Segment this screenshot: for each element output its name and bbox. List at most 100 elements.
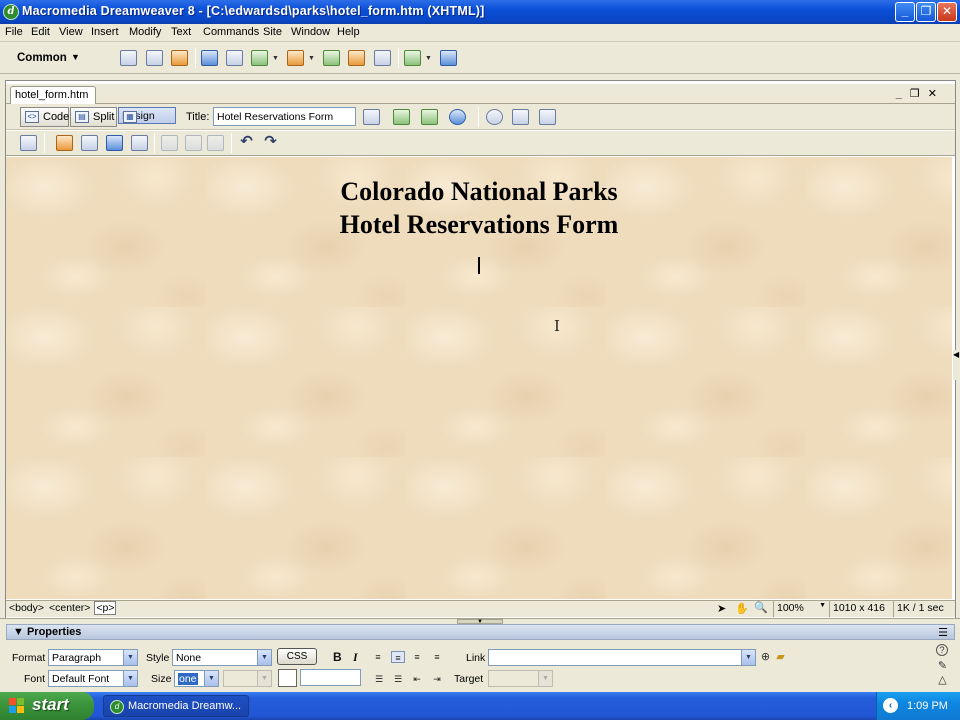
document-window-controls[interactable]: _❐✕ <box>896 87 945 100</box>
quick-tag-editor-icon[interactable]: ✎ <box>936 660 949 672</box>
zoom-tool-icon[interactable]: 🔍 <box>754 601 768 614</box>
css-button[interactable]: CSS <box>277 648 317 665</box>
taskbar-dreamweaver-item[interactable]: d Macromedia Dreamw... <box>103 695 249 717</box>
window-title-bar[interactable]: d Macromedia Dreamweaver 8 - [C:\edwards… <box>0 0 960 24</box>
menu-file[interactable]: File <box>5 26 23 38</box>
size-select[interactable]: one ▼ <box>174 670 219 687</box>
open-folder-icon[interactable] <box>56 135 73 151</box>
expand-arrow-icon[interactable]: △ <box>936 674 949 686</box>
preview-in-browser-icon[interactable] <box>449 109 466 125</box>
chevron-down-icon: ▼ <box>257 650 271 665</box>
select-tool-icon[interactable]: ➤ <box>717 602 726 615</box>
menu-text[interactable]: Text <box>171 26 191 38</box>
chevron-down-icon[interactable]: ▼ <box>71 52 80 62</box>
paste-icon[interactable] <box>207 135 224 151</box>
style-select[interactable]: None ▼ <box>172 649 272 666</box>
visual-aids-icon[interactable] <box>539 109 556 125</box>
undo-icon[interactable]: ↶ <box>238 134 255 151</box>
tag-p[interactable]: <p> <box>94 601 117 615</box>
div-icon[interactable] <box>226 50 243 66</box>
print-icon[interactable] <box>131 135 148 151</box>
collapse-triangle-icon: ▼ <box>13 626 24 638</box>
panel-options-icon[interactable]: ☰ <box>938 626 948 639</box>
menu-view[interactable]: View <box>59 26 83 38</box>
text-indent-icon[interactable]: ⇥ <box>430 673 444 685</box>
align-center-icon[interactable]: ≡ <box>391 651 405 663</box>
menu-insert[interactable]: Insert <box>91 26 119 38</box>
menu-help[interactable]: Help <box>337 26 360 38</box>
font-select[interactable]: Default Font ▼ <box>48 670 138 687</box>
cut-icon[interactable] <box>161 135 178 151</box>
point-to-file-icon[interactable]: ⊕ <box>759 651 772 663</box>
close-button[interactable]: ✕ <box>937 2 957 22</box>
email-link-icon[interactable] <box>146 50 163 66</box>
code-view-button[interactable]: <> Code <box>20 107 69 127</box>
tag-chooser-icon[interactable] <box>440 50 457 66</box>
unordered-list-icon[interactable]: ☰ <box>372 673 386 685</box>
document-tab[interactable]: hotel_form.htm <box>10 86 96 104</box>
tag-body[interactable]: <body> <box>8 602 45 614</box>
refresh-icon[interactable] <box>486 109 503 125</box>
align-right-icon[interactable]: ≡ <box>410 651 424 663</box>
sync-icon[interactable] <box>421 109 438 125</box>
tag-center[interactable]: <center> <box>48 602 91 614</box>
menu-window[interactable]: Window <box>291 26 330 38</box>
document-toolbar: <> Code ▤ Split ▦ Design Title: Hotel Reser… <box>6 104 955 130</box>
browse-folder-icon[interactable]: ▰ <box>774 651 787 663</box>
server-side-include-icon[interactable] <box>348 50 365 66</box>
italic-button[interactable]: I <box>353 650 358 665</box>
format-select[interactable]: Paragraph ▼ <box>48 649 138 666</box>
menu-edit[interactable]: Edit <box>31 26 50 38</box>
table-icon[interactable] <box>201 50 218 66</box>
properties-header[interactable]: ▼ Properties ☰ <box>6 624 955 640</box>
start-button[interactable]: start <box>0 692 94 720</box>
date-icon[interactable] <box>323 50 340 66</box>
document-tab-bar: hotel_form.htm _❐✕ <box>6 84 955 104</box>
design-view-button[interactable]: ▦ Design <box>118 107 176 124</box>
file-management-icon[interactable] <box>393 109 410 125</box>
view-options-icon[interactable] <box>512 109 529 125</box>
menu-modify[interactable]: Modify <box>129 26 161 38</box>
media-icon[interactable] <box>287 50 304 66</box>
ordered-list-icon[interactable]: ☰ <box>391 673 405 685</box>
save-all-icon[interactable] <box>106 135 123 151</box>
images-icon[interactable] <box>251 50 268 66</box>
insert-category-selector[interactable]: Common <box>17 52 67 64</box>
images-dropdown-icon[interactable]: ▼ <box>272 55 279 62</box>
named-anchor-icon[interactable] <box>171 50 188 66</box>
text-color-input[interactable] <box>300 669 361 686</box>
panel-collapse-arrow-icon[interactable]: ◀ <box>953 350 959 380</box>
tray-arrow-icon[interactable]: ‹ <box>883 698 898 713</box>
minimize-button[interactable]: _ <box>895 2 915 22</box>
design-canvas[interactable]: Colorado National Parks Hotel Reservatio… <box>6 157 952 599</box>
zoom-select[interactable]: 100% ▼ <box>773 601 829 617</box>
link-input[interactable]: ▼ <box>488 649 756 666</box>
window-size-select[interactable]: 1010 x 416 <box>829 601 893 617</box>
justify-icon[interactable]: ≡ <box>430 651 444 663</box>
validate-markup-icon[interactable] <box>363 109 380 125</box>
page-title-input[interactable]: Hotel Reservations Form <box>213 107 356 126</box>
text-color-picker[interactable] <box>278 669 297 687</box>
target-select: ▼ <box>488 670 553 687</box>
menu-site[interactable]: Site <box>263 26 282 38</box>
hand-tool-icon[interactable]: ✋ <box>735 602 749 615</box>
bold-button[interactable]: B <box>333 650 342 664</box>
align-left-icon[interactable]: ≡ <box>371 651 385 663</box>
browse-in-bridge-icon[interactable] <box>81 135 98 151</box>
hyperlink-icon[interactable] <box>120 50 137 66</box>
clock[interactable]: 1:09 PM <box>907 700 948 712</box>
comment-icon[interactable] <box>374 50 391 66</box>
templates-icon[interactable] <box>404 50 421 66</box>
windows-logo-icon <box>9 698 26 714</box>
split-view-button[interactable]: ▤ Split <box>70 107 117 127</box>
redo-icon[interactable]: ↷ <box>262 134 279 151</box>
help-icon[interactable]: ? <box>936 644 948 656</box>
toolbar-separator <box>478 107 479 127</box>
new-document-icon[interactable] <box>20 135 37 151</box>
media-dropdown-icon[interactable]: ▼ <box>308 55 315 62</box>
menu-commands[interactable]: Commands <box>203 26 259 38</box>
restore-button[interactable]: ❐ <box>916 2 936 22</box>
templates-dropdown-icon[interactable]: ▼ <box>425 55 432 62</box>
copy-icon[interactable] <box>185 135 202 151</box>
text-outdent-icon[interactable]: ⇤ <box>410 673 424 685</box>
